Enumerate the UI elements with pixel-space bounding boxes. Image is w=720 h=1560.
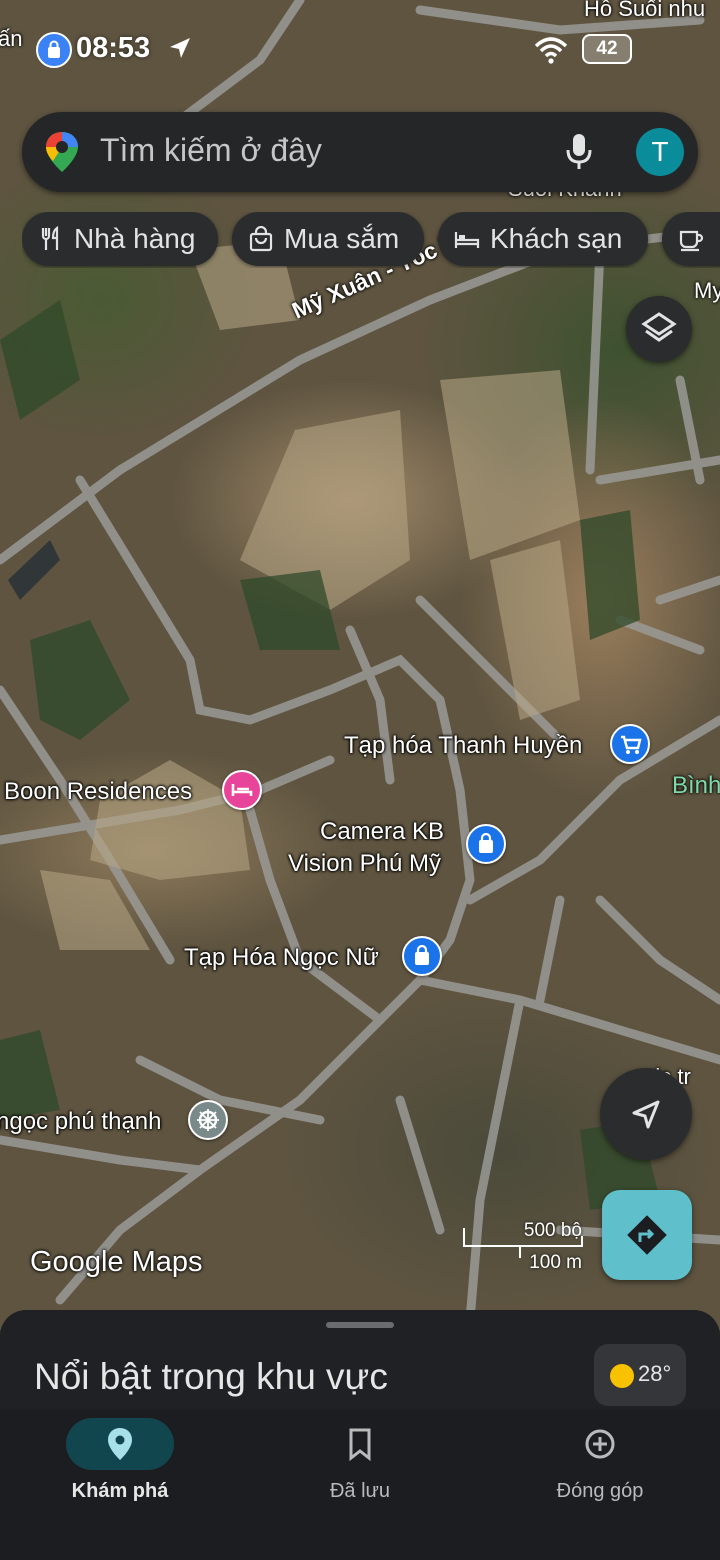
nav-explore[interactable]: Khám phá: [0, 1410, 240, 1520]
bookmark-icon: [349, 1428, 371, 1462]
sun-icon: [610, 1364, 634, 1388]
chip-restaurants[interactable]: Nhà hàng: [22, 212, 218, 266]
status-bar: 08:53 42: [0, 14, 720, 74]
poi-label[interactable]: Boon Residences: [4, 778, 192, 806]
wifi-icon: [534, 37, 568, 64]
shopping-bag-icon: [249, 226, 273, 252]
chip-shopping[interactable]: Mua sắm: [232, 212, 424, 266]
poi-label[interactable]: Tạp hóa Thanh Huyền: [344, 732, 582, 760]
poi-label[interactable]: Camera KB: [320, 818, 444, 846]
fork-knife-icon: [41, 226, 59, 250]
hotel-bed-icon[interactable]: [222, 770, 262, 810]
location-arrow-icon: [170, 38, 190, 58]
map-scale: 500 bộ 100 m: [462, 1220, 588, 1273]
chip-hotels[interactable]: Khách sạn: [438, 212, 648, 266]
search-bar[interactable]: Tìm kiếm ở đây T: [22, 112, 698, 192]
weather-chip[interactable]: 28°: [594, 1344, 686, 1406]
status-time: 08:53: [76, 32, 151, 64]
sheet-title: Nổi bật trong khu vực: [34, 1356, 388, 1397]
poi-label[interactable]: ngọc phú thạnh: [0, 1108, 161, 1136]
poi-label[interactable]: Vision Phú Mỹ: [288, 850, 441, 878]
avatar[interactable]: T: [636, 128, 684, 176]
wheel-icon[interactable]: [188, 1100, 228, 1140]
bottom-navigation: Khám phá Đã lưu Đóng góp: [0, 1410, 720, 1560]
nav-label: Đóng góp: [556, 1480, 644, 1502]
sheet-drag-handle[interactable]: [326, 1322, 394, 1328]
nav-saved[interactable]: Đã lưu: [240, 1410, 480, 1520]
layers-icon: [641, 312, 677, 342]
google-maps-pin-icon: [46, 132, 78, 172]
category-chips: Nhà hàng Mua sắm Khách sạn: [22, 212, 720, 268]
shopping-bag-icon: [36, 32, 72, 68]
navigation-arrow-icon: [632, 1100, 660, 1129]
explore-pin-icon: [108, 1428, 132, 1460]
coffee-cup-icon: [679, 230, 704, 252]
bed-icon: [454, 232, 480, 248]
nav-contribute[interactable]: Đóng góp: [480, 1410, 720, 1520]
google-maps-attribution: Google Maps: [30, 1246, 203, 1278]
battery-indicator: 42: [582, 34, 632, 64]
nav-label: Đã lưu: [329, 1480, 391, 1502]
shopping-bag-icon[interactable]: [402, 936, 442, 976]
layers-button[interactable]: [626, 296, 692, 362]
chip-coffee[interactable]: [662, 212, 720, 266]
microphone-icon[interactable]: [564, 132, 594, 172]
poi-label[interactable]: Tạp Hóa Ngọc Nữ: [184, 944, 379, 972]
bottom-sheet[interactable]: Nổi bật trong khu vực 28°: [0, 1310, 720, 1420]
map-edge-label: My: [694, 278, 720, 303]
shopping-bag-icon[interactable]: [466, 824, 506, 864]
chip-label: Mua sắm: [284, 223, 400, 254]
map-edge-label: Bình: [672, 772, 720, 799]
chip-label: Nhà hàng: [74, 223, 196, 254]
directions-button[interactable]: [602, 1190, 692, 1280]
shopping-cart-icon[interactable]: [610, 724, 650, 764]
temperature: 28°: [638, 1361, 672, 1386]
add-circle-icon: [585, 1429, 615, 1459]
my-location-button[interactable]: [600, 1068, 692, 1160]
scale-metric: 100 m: [529, 1252, 582, 1273]
search-input[interactable]: Tìm kiếm ở đây: [100, 132, 322, 169]
chip-label: Khách sạn: [490, 223, 623, 254]
directions-icon: [627, 1215, 667, 1255]
nav-label: Khám phá: [71, 1480, 169, 1502]
